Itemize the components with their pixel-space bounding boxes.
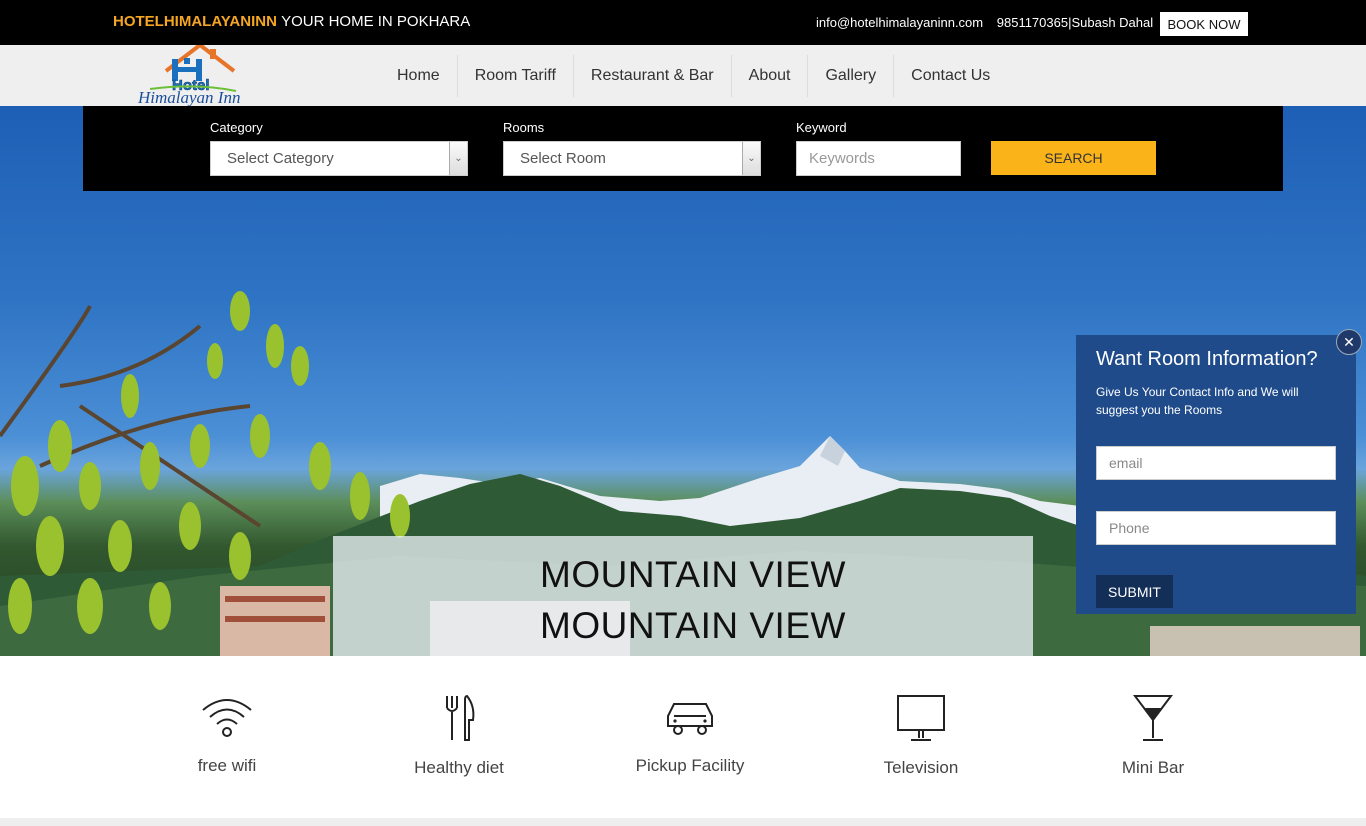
- top-bar: HOTELHIMALAYANINN YOUR HOME IN POKHARA i…: [0, 0, 1366, 45]
- bottom-divider: [0, 818, 1366, 826]
- nav-contact-us[interactable]: Contact Us: [893, 55, 1007, 97]
- rooms-select[interactable]: Select Room ⌄: [503, 141, 761, 176]
- cocktail-glass-icon: [1133, 695, 1173, 741]
- popup-title: Want Room Information?: [1096, 348, 1318, 370]
- nav-restaurant-bar[interactable]: Restaurant & Bar: [572, 55, 731, 97]
- features-section: free wifi Healthy diet Pickup Facility T…: [0, 656, 1366, 818]
- nav-about[interactable]: About: [730, 55, 808, 97]
- chevron-down-icon: ⌄: [742, 142, 760, 175]
- search-button[interactable]: SEARCH: [991, 141, 1156, 175]
- feature-mini-bar: Mini Bar: [1053, 694, 1253, 778]
- popup-submit-button[interactable]: SUBMIT: [1096, 575, 1173, 608]
- wifi-icon: [202, 699, 252, 737]
- fork-knife-icon: [446, 694, 475, 741]
- contact-phone: 9851170365|Subash Dahal: [996, 15, 1154, 30]
- main-nav: Home Room Tariff Restaurant & Bar About …: [380, 55, 1007, 97]
- svg-text:Himalayan Inn: Himalayan Inn: [137, 88, 240, 106]
- brand-text: HOTELHIMALAYANINN YOUR HOME IN POKHARA: [113, 13, 470, 30]
- feature-label: Healthy diet: [414, 758, 504, 777]
- hotel-logo[interactable]: Hotel Himalayan Inn: [136, 42, 260, 107]
- keyword-label: Keyword: [796, 120, 847, 135]
- caption-line-2: MOUNTAIN VIEW: [540, 605, 846, 646]
- category-select[interactable]: Select Category ⌄: [210, 141, 468, 176]
- hero-caption: MOUNTAIN VIEW MOUNTAIN VIEW: [333, 536, 1033, 656]
- brand-name: HOTELHIMALAYANINN: [113, 13, 277, 30]
- feature-television: Television: [821, 694, 1021, 778]
- popup-email-input[interactable]: email: [1096, 446, 1336, 480]
- nav-home[interactable]: Home: [380, 55, 457, 97]
- car-icon: [667, 703, 713, 735]
- nav-room-tariff[interactable]: Room Tariff: [456, 55, 573, 97]
- rooms-select-value: Select Room: [520, 150, 606, 167]
- feature-pickup: Pickup Facility: [590, 694, 790, 776]
- room-info-popup: ✕ Want Room Information? Give Us Your Co…: [1076, 329, 1362, 614]
- feature-healthy-diet: Healthy diet: [359, 694, 559, 778]
- feature-label: Mini Bar: [1121, 758, 1185, 777]
- contact-email[interactable]: info@hotelhimalayaninn.com: [816, 15, 983, 30]
- keyword-input[interactable]: Keywords: [796, 141, 961, 176]
- brand-tagline: YOUR HOME IN POKHARA: [281, 13, 471, 30]
- category-select-value: Select Category: [227, 150, 334, 167]
- feature-label: Pickup Facility: [635, 756, 745, 775]
- feature-label: Television: [883, 758, 959, 777]
- caption-line-1: MOUNTAIN VIEW: [540, 554, 846, 595]
- chevron-down-icon: ⌄: [449, 142, 467, 175]
- book-now-button[interactable]: BOOK NOW: [1160, 12, 1248, 36]
- category-label: Category: [210, 120, 263, 135]
- search-panel: Category Select Category ⌄ Rooms Select …: [83, 106, 1283, 191]
- popup-description: Give Us Your Contact Info and We will su…: [1096, 385, 1299, 417]
- rooms-label: Rooms: [503, 120, 545, 135]
- main-navbar: Hotel Himalayan Inn Home Room Tariff Res…: [0, 42, 1366, 107]
- feature-label: free wifi: [197, 756, 257, 775]
- popup-phone-input[interactable]: Phone: [1096, 511, 1336, 545]
- close-icon[interactable]: ✕: [1336, 329, 1362, 355]
- television-icon: [897, 695, 945, 741]
- feature-wifi: free wifi: [127, 694, 327, 776]
- nav-gallery[interactable]: Gallery: [807, 55, 893, 97]
- contact-info: info@hotelhimalayaninn.com 9851170365|Su…: [816, 15, 1163, 30]
